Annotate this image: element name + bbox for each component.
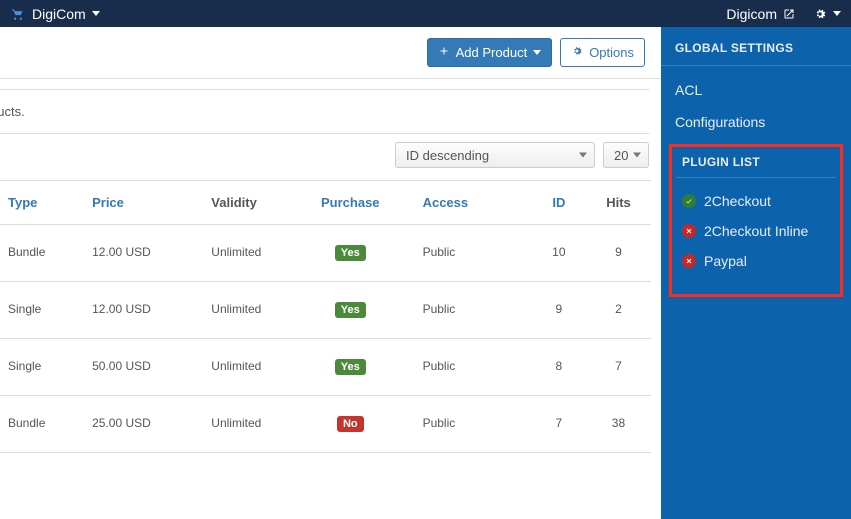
cell-access: Public <box>413 339 532 396</box>
global-settings-heading: GLOBAL SETTINGS <box>661 41 851 65</box>
cell-validity: Unlimited <box>201 282 288 339</box>
cell-hits: 38 <box>586 396 651 453</box>
table-row: Single12.00 USDUnlimited Yes Public92 <box>0 282 651 339</box>
gear-icon <box>813 7 827 21</box>
chevron-down-icon <box>92 11 100 16</box>
cell-hits: 9 <box>586 225 651 282</box>
cell-type: Single <box>0 282 82 339</box>
gear-icon <box>571 45 583 60</box>
cell-access: Public <box>413 225 532 282</box>
options-button[interactable]: Options <box>560 38 645 67</box>
digicom-link[interactable]: Digicom <box>726 6 795 22</box>
table-row: Bundle25.00 USDUnlimited No Public738 <box>0 396 651 453</box>
toolbar: Add Product Options <box>0 27 661 79</box>
plugin-item[interactable]: 2Checkout Inline <box>676 216 836 246</box>
purchase-badge[interactable]: No <box>337 416 364 432</box>
col-type[interactable]: Type <box>0 181 82 225</box>
brand-text: DigiCom <box>32 6 86 22</box>
cell-id: 10 <box>532 225 586 282</box>
cell-id: 8 <box>532 339 586 396</box>
purchase-badge[interactable]: Yes <box>335 302 366 318</box>
products-table: Type Price Validity Purchase Access ID H… <box>0 180 651 453</box>
cell-id: 9 <box>532 282 586 339</box>
cell-id: 7 <box>532 396 586 453</box>
table-row: Bundle12.00 USDUnlimited Yes Public109 <box>0 225 651 282</box>
plugin-item[interactable]: 2Checkout <box>676 186 836 216</box>
divider <box>661 65 851 66</box>
sort-select[interactable]: ID descending <box>395 142 595 168</box>
cell-access: Public <box>413 282 532 339</box>
cell-access: Public <box>413 396 532 453</box>
plugin-name: 2Checkout <box>704 193 771 209</box>
plus-icon <box>438 45 450 60</box>
check-icon <box>682 194 696 208</box>
cell-type: Bundle <box>0 225 82 282</box>
chevron-down-icon <box>633 153 641 158</box>
table-row: Single50.00 USDUnlimited Yes Public87 <box>0 339 651 396</box>
navbar-brand[interactable]: DigiCom <box>10 6 100 22</box>
plugin-list-heading: PLUGIN LIST <box>676 155 836 177</box>
cell-type: Bundle <box>0 396 82 453</box>
filter-row: ID descending 20 <box>0 134 661 180</box>
plugin-name: 2Checkout Inline <box>704 223 808 239</box>
col-price[interactable]: Price <box>82 181 201 225</box>
col-hits: Hits <box>586 181 651 225</box>
x-icon <box>682 254 696 268</box>
digicom-link-text: Digicom <box>726 6 777 22</box>
sort-select-value: ID descending <box>406 148 489 163</box>
sidebar: GLOBAL SETTINGS ACL Configurations PLUGI… <box>661 27 851 519</box>
col-validity: Validity <box>201 181 288 225</box>
add-product-label: Add Product <box>456 45 528 60</box>
navbar: DigiCom Digicom <box>0 0 851 27</box>
cell-type: Single <box>0 339 82 396</box>
external-link-icon <box>783 8 795 20</box>
chevron-down-icon <box>533 50 541 55</box>
add-product-button[interactable]: Add Product <box>427 38 553 67</box>
chevron-down-icon <box>579 153 587 158</box>
cell-validity: Unlimited <box>201 339 288 396</box>
col-access[interactable]: Access <box>413 181 532 225</box>
purchase-badge[interactable]: Yes <box>335 245 366 261</box>
cell-hits: 7 <box>586 339 651 396</box>
chevron-down-icon <box>833 11 841 16</box>
col-purchase[interactable]: Purchase <box>288 181 413 225</box>
divider <box>676 177 836 178</box>
description-box: ducts. <box>0 89 649 134</box>
plugin-name: Paypal <box>704 253 747 269</box>
pagesize-select[interactable]: 20 <box>603 142 649 168</box>
cell-validity: Unlimited <box>201 225 288 282</box>
cell-purchase: Yes <box>288 225 413 282</box>
col-id[interactable]: ID <box>532 181 586 225</box>
sidebar-item-configurations[interactable]: Configurations <box>661 106 851 138</box>
description-text: ducts. <box>0 104 25 119</box>
sidebar-item-acl[interactable]: ACL <box>661 74 851 106</box>
plugin-item[interactable]: Paypal <box>676 246 836 276</box>
cell-hits: 2 <box>586 282 651 339</box>
cell-purchase: No <box>288 396 413 453</box>
cell-price: 12.00 USD <box>82 225 201 282</box>
cell-price: 25.00 USD <box>82 396 201 453</box>
settings-menu[interactable] <box>813 7 841 21</box>
options-label: Options <box>589 45 634 60</box>
cell-purchase: Yes <box>288 282 413 339</box>
cell-price: 50.00 USD <box>82 339 201 396</box>
purchase-badge[interactable]: Yes <box>335 359 366 375</box>
main-content: Add Product Options ducts. ID descending… <box>0 27 661 519</box>
cell-purchase: Yes <box>288 339 413 396</box>
cell-validity: Unlimited <box>201 396 288 453</box>
x-icon <box>682 224 696 238</box>
pagesize-value: 20 <box>614 148 628 163</box>
cell-price: 12.00 USD <box>82 282 201 339</box>
cart-icon <box>10 7 26 21</box>
plugin-list-box: PLUGIN LIST 2Checkout 2Checkout Inline Pay… <box>669 144 843 297</box>
